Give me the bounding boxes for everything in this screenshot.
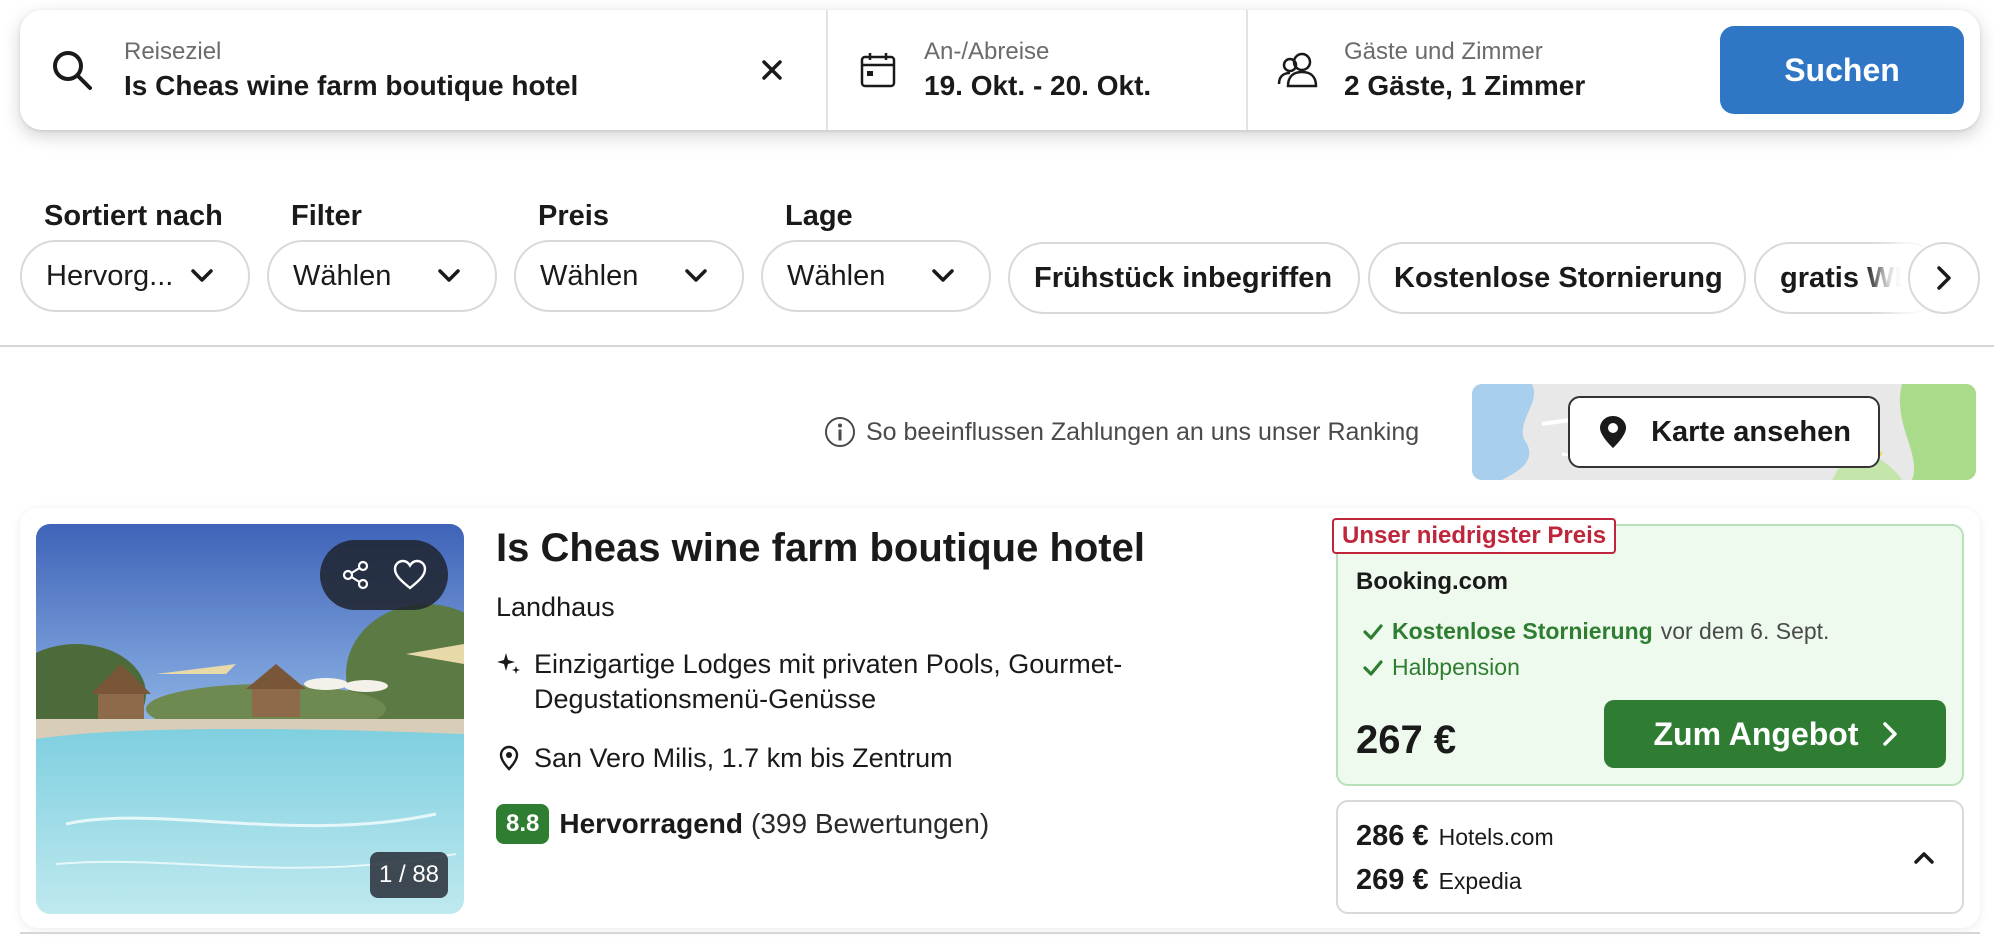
search-icon — [50, 48, 94, 92]
chevron-down-icon — [438, 269, 460, 282]
chevron-down-icon — [932, 269, 954, 282]
location-pin-icon — [499, 745, 519, 771]
sort-value: Hervorg... — [46, 259, 174, 292]
share-icon[interactable] — [340, 559, 372, 591]
guests-label: Gäste und Zimmer — [1344, 38, 1543, 65]
other-price-row[interactable]: 269 € Expedia — [1356, 864, 1522, 897]
hotel-rating[interactable]: 8.8 Hervorragend (399 Bewertungen) — [496, 804, 1336, 844]
hotel-highlight-text: Einzigartige Lodges mit privaten Pools, … — [534, 649, 1123, 714]
hotel-info: Is Cheas wine farm boutique hotel Landha… — [496, 522, 1336, 844]
best-offer[interactable]: Unser niedrigster Preis Booking.com Kost… — [1332, 518, 1964, 786]
dates-value[interactable]: 19. Okt. - 20. Okt. — [924, 70, 1151, 102]
price-label: Preis — [538, 200, 609, 232]
rating-word: Hervorragend — [559, 808, 743, 839]
check-icon — [1363, 659, 1383, 676]
chevron-down-icon — [191, 269, 213, 282]
hotel-type: Landhaus — [496, 592, 615, 622]
sparkle-icon — [497, 653, 520, 674]
chip-free-cancellation[interactable]: Kostenlose Stornierung — [1368, 242, 1746, 314]
rating-count: (399 Bewertungen) — [751, 808, 990, 839]
dates-label: An-/Abreise — [924, 38, 1050, 65]
offer-cancellation-suffix: vor dem 6. Sept. — [1660, 618, 1830, 644]
location-select[interactable]: Wählen — [761, 240, 991, 312]
hotel-name[interactable]: Is Cheas wine farm boutique hotel — [496, 522, 1336, 574]
search-button[interactable]: Suchen — [1720, 26, 1964, 114]
view-deal-button[interactable]: Zum Angebot — [1604, 700, 1946, 768]
dates-field[interactable]: An-/Abreise 19. Okt. - 20. Okt. — [826, 10, 1246, 130]
ranking-info-text: So beeinflussen Zahlungen an uns unser R… — [866, 417, 1420, 446]
divider — [0, 345, 1994, 347]
sort-filter: Sortiert nach Hervorg... — [20, 196, 250, 312]
view-map-button[interactable]: Karte ansehen — [1568, 396, 1880, 468]
other-price: 269 € — [1356, 864, 1429, 896]
other-price-row[interactable]: 286 € Hotels.com — [1356, 820, 1554, 853]
offer-cancellation: Kostenlose Stornierung vor dem 6. Sept. — [1362, 618, 1829, 645]
location-filter: Lage Wählen — [761, 196, 991, 312]
map-pin-icon — [1600, 416, 1627, 448]
chevron-down-icon — [685, 269, 707, 282]
hotel-image[interactable]: 1 / 88 — [36, 524, 464, 914]
guests-icon — [1276, 48, 1320, 92]
lowest-price-tag: Unser niedrigster Preis — [1332, 518, 1617, 554]
offer-board: Halbpension — [1362, 654, 1520, 681]
other-prices[interactable]: 286 € Hotels.com 269 € Expedia — [1336, 800, 1964, 914]
offer-provider: Booking.com — [1356, 568, 1509, 595]
check-icon — [1363, 623, 1383, 640]
other-provider: Hotels.com — [1438, 824, 1554, 850]
info-icon — [825, 417, 855, 447]
image-counter: 1 / 88 — [370, 852, 448, 898]
sort-label: Sortiert nach — [44, 200, 223, 232]
search-bar: Reiseziel Is Cheas wine farm boutique ho… — [20, 10, 1980, 130]
offer-price: 267 € — [1356, 718, 1457, 762]
view-deal-label: Zum Angebot — [1653, 715, 1859, 752]
hotel-location: San Vero Milis, 1.7 km bis Zentrum — [496, 741, 1336, 776]
price-value: Wählen — [540, 259, 639, 292]
calendar-icon — [856, 48, 900, 92]
rating-score-badge: 8.8 — [496, 804, 550, 844]
destination-field[interactable]: Reiseziel Is Cheas wine farm boutique ho… — [20, 10, 826, 130]
ranking-info-link[interactable]: So beeinflussen Zahlungen an uns unser R… — [824, 416, 1419, 448]
guests-value[interactable]: 2 Gäste, 1 Zimmer — [1344, 70, 1585, 102]
location-label: Lage — [785, 200, 853, 232]
view-map-label: Karte ansehen — [1651, 415, 1851, 448]
image-actions — [320, 540, 448, 610]
hotel-highlight: Einzigartige Lodges mit privaten Pools, … — [496, 647, 1336, 717]
other-price: 286 € — [1356, 820, 1429, 852]
location-value: Wählen — [787, 259, 886, 292]
other-provider: Expedia — [1438, 868, 1522, 894]
hotel-location-text: San Vero Milis, 1.7 km bis Zentrum — [534, 743, 953, 773]
chevron-right-icon — [1882, 722, 1897, 746]
destination-value[interactable]: Is Cheas wine farm boutique hotel — [124, 70, 578, 102]
filter-select[interactable]: Wählen — [267, 240, 497, 312]
hotel-card[interactable]: 1 / 88 Is Cheas wine farm boutique hotel… — [20, 508, 1980, 928]
offer-board-text: Halbpension — [1392, 654, 1520, 680]
divider — [20, 932, 1980, 934]
sort-select[interactable]: Hervorg... — [20, 240, 250, 312]
filter-label: Filter — [291, 200, 362, 232]
scroll-right-button[interactable] — [1908, 242, 1980, 314]
price-filter: Preis Wählen — [514, 196, 744, 312]
filter-bar: Sortiert nach Hervorg... Filter Wählen P… — [20, 196, 1980, 316]
chevron-up-icon[interactable] — [1908, 842, 1940, 874]
filter-value: Wählen — [293, 259, 392, 292]
destination-label: Reiseziel — [124, 38, 222, 65]
price-select[interactable]: Wählen — [514, 240, 744, 312]
heart-icon[interactable] — [392, 559, 428, 591]
chip-breakfast[interactable]: Frühstück inbegriffen — [1008, 242, 1360, 314]
chevron-right-icon — [1937, 266, 1951, 290]
guests-field[interactable]: Gäste und Zimmer 2 Gäste, 1 Zimmer — [1246, 10, 1716, 130]
filter-filter: Filter Wählen — [267, 196, 497, 312]
clear-icon[interactable] — [752, 50, 792, 90]
map-preview[interactable]: Karte ansehen — [1472, 384, 1976, 480]
offer-cancellation-text: Kostenlose Stornierung — [1392, 618, 1653, 644]
